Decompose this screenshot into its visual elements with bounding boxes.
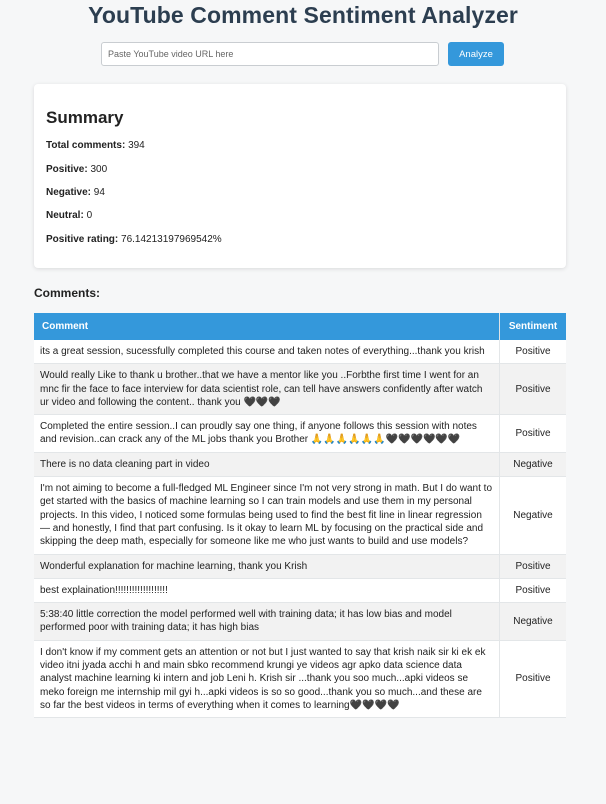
stat-positive: Positive: 300 (46, 164, 107, 175)
sentiment-cell: Negative (499, 452, 566, 478)
comments-heading: Comments: (34, 286, 101, 300)
stat-negative-value: 94 (93, 187, 105, 198)
stat-negative-label: Negative: (46, 187, 92, 198)
stat-neutral: Neutral: 0 (46, 210, 92, 221)
summary-heading: Summary (46, 108, 124, 127)
sentiment-cell: Positive (499, 414, 566, 453)
comment-cell: 5:38:40 little correction the model perf… (34, 602, 500, 641)
stat-positive-label: Positive: (46, 164, 88, 175)
stat-negative: Negative: 94 (46, 187, 105, 198)
column-header-comment: Comment (34, 313, 500, 340)
sentiment-cell: Negative (499, 476, 566, 555)
table-row: best explaination!!!!!!!!!!!!!!!!!!! Pos… (34, 578, 566, 604)
table-row: I'm not aiming to become a full-fledged … (34, 476, 566, 555)
stat-neutral-value: 0 (86, 210, 93, 221)
page-title: YouTube Comment Sentiment Analyzer (88, 2, 518, 28)
table-row: Completed the entire session..I can prou… (34, 414, 566, 453)
sentiment-cell: Positive (499, 554, 566, 579)
url-form: Analyze (101, 42, 504, 66)
comment-cell: I don't know if my comment gets an atten… (34, 640, 500, 719)
comment-cell: There is no data cleaning part in video (34, 452, 500, 478)
sentiment-cell: Positive (499, 640, 566, 719)
table-row: There is no data cleaning part in video … (34, 452, 566, 478)
column-header-sentiment: Sentiment (499, 313, 566, 340)
stat-positive-value: 300 (90, 164, 108, 175)
stat-rating-label: Positive rating: (46, 234, 119, 245)
table-row: 5:38:40 little correction the model perf… (34, 602, 566, 641)
summary-card: Summary Total comments: 394 Positive: 30… (34, 84, 566, 268)
table-row: Wonderful explanation for machine learni… (34, 554, 566, 579)
stat-total-value: 394 (128, 140, 145, 151)
table-header-row: Comment Sentiment (34, 313, 566, 340)
comment-cell: Wonderful explanation for machine learni… (34, 554, 500, 579)
stat-rating-value: 76.14213197969542% (121, 234, 222, 245)
sentiment-cell: Positive (499, 578, 566, 604)
comment-cell: I'm not aiming to become a full-fledged … (34, 476, 500, 555)
page: YouTube Comment Sentiment Analyzer Analy… (0, 0, 606, 804)
stat-total: Total comments: 394 (46, 140, 145, 151)
table-row: I don't know if my comment gets an atten… (34, 640, 566, 719)
comments-table: Comment Sentiment its a great session, s… (34, 313, 566, 719)
sentiment-cell: Positive (499, 340, 566, 365)
video-url-input[interactable] (101, 42, 439, 66)
comment-cell: its a great session, sucessfully complet… (34, 340, 500, 365)
stat-total-label: Total comments: (46, 140, 126, 151)
analyze-button[interactable]: Analyze (448, 42, 504, 66)
sentiment-cell: Negative (499, 602, 566, 641)
comment-cell: Completed the entire session..I can prou… (34, 414, 500, 453)
table-row: Would really Like to thank u brother..th… (34, 363, 566, 416)
comment-cell: Would really Like to thank u brother..th… (34, 363, 500, 416)
table-row: its a great session, sucessfully complet… (34, 340, 566, 365)
sentiment-cell: Positive (499, 363, 566, 416)
comment-cell: best explaination!!!!!!!!!!!!!!!!!!! (34, 578, 500, 604)
stat-neutral-label: Neutral: (46, 210, 84, 221)
stat-positive-rating: Positive rating: 76.14213197969542% (46, 234, 222, 245)
